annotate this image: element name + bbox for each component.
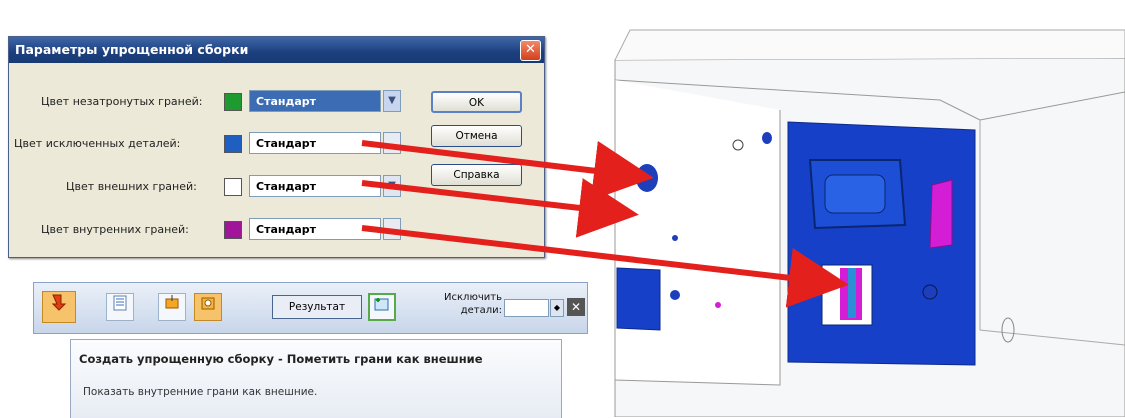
callout-arrows	[361, 140, 849, 308]
arrow-outer	[361, 178, 639, 238]
arrow-excluded	[361, 140, 654, 201]
arrow-inner	[361, 225, 849, 308]
